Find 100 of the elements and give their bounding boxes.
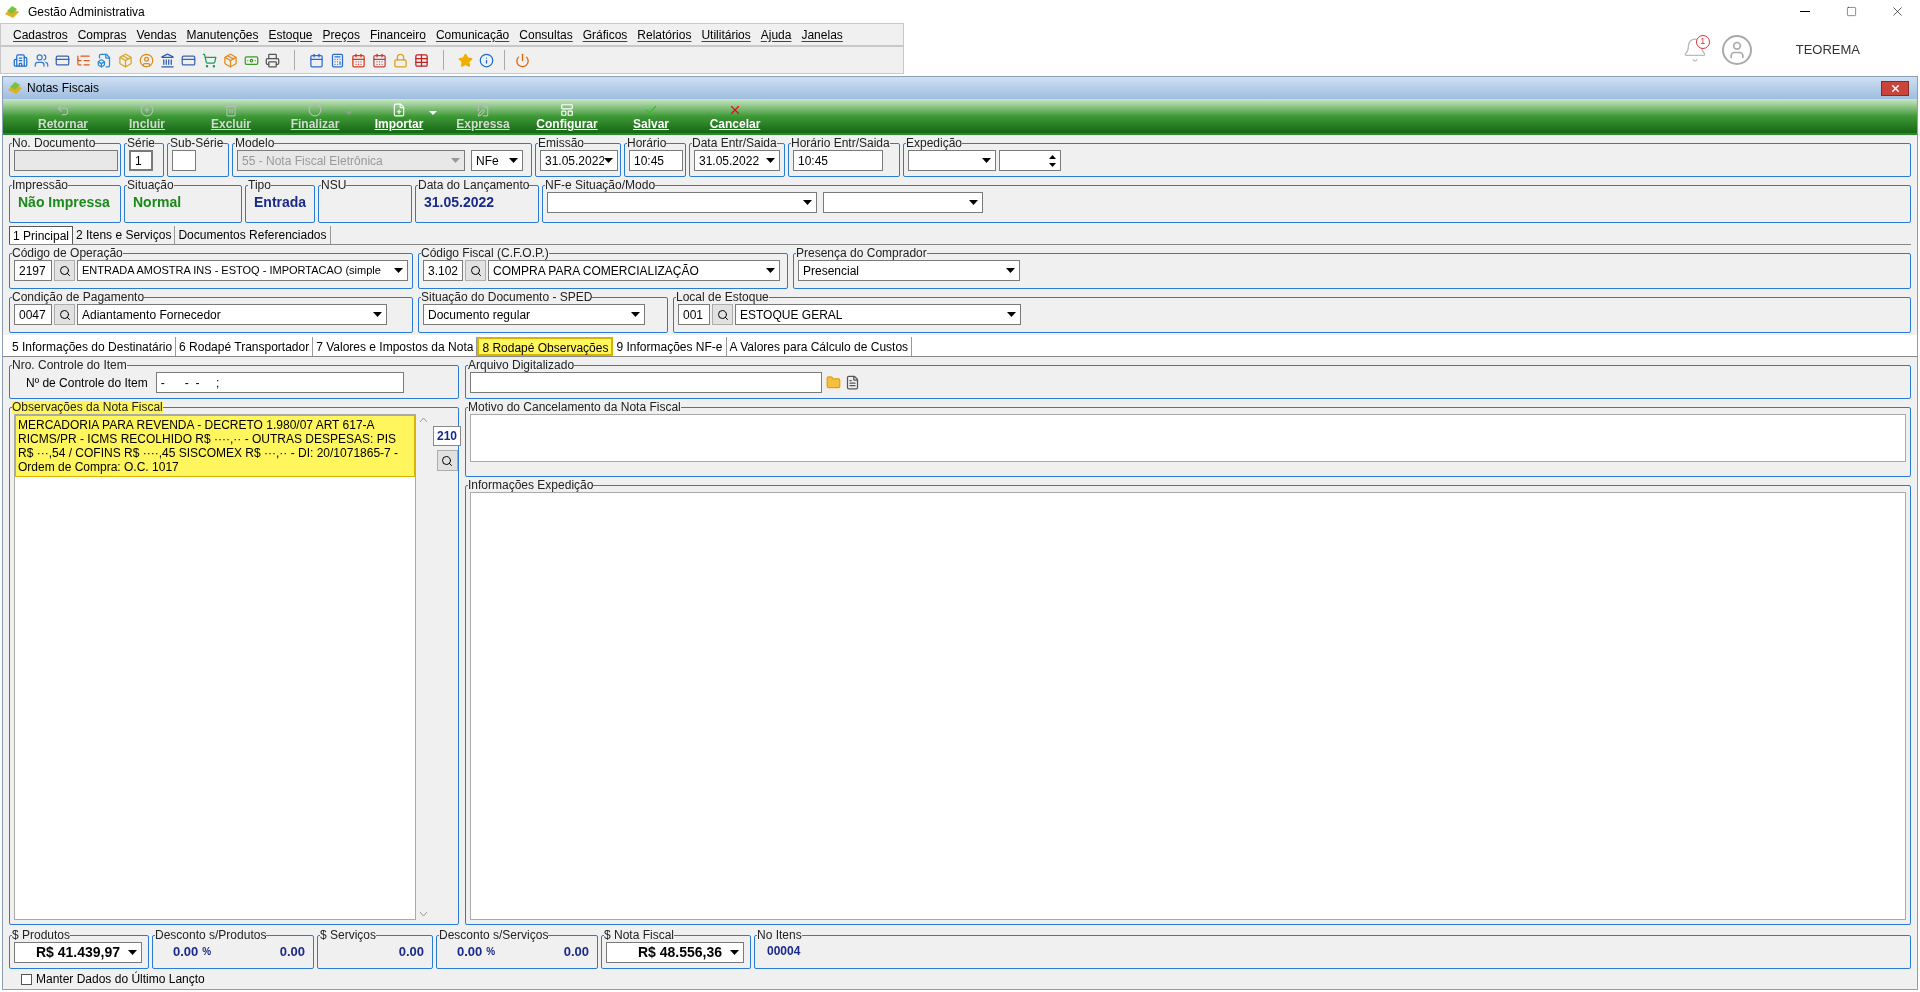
text-field[interactable]: - - - ; bbox=[155, 372, 404, 393]
calendar-icon[interactable] bbox=[351, 52, 366, 68]
group-label: Expedição bbox=[906, 137, 963, 150]
text-field[interactable] bbox=[470, 372, 822, 393]
calendar-icon[interactable] bbox=[372, 52, 387, 68]
search-button[interactable] bbox=[436, 450, 458, 471]
group-label: Sub-Série bbox=[170, 137, 224, 150]
tab[interactable]: 1 Principal bbox=[9, 226, 74, 244]
table-icon[interactable] bbox=[414, 52, 429, 68]
printer-icon[interactable] bbox=[265, 52, 280, 68]
box-icon[interactable] bbox=[223, 52, 238, 68]
menu-item[interactable]: Estoque bbox=[268, 25, 313, 44]
menu-item[interactable]: Consultas bbox=[519, 25, 573, 44]
menu-item[interactable]: Ajuda bbox=[760, 25, 792, 44]
menu-item[interactable]: Utilitários bbox=[701, 25, 751, 44]
toolbar-button[interactable]: Configurar bbox=[525, 101, 609, 133]
calculator-icon[interactable] bbox=[330, 52, 345, 68]
text-field[interactable]: 3.102 bbox=[423, 260, 463, 281]
dropdown[interactable] bbox=[908, 150, 996, 171]
app-icon bbox=[4, 3, 20, 20]
text-area[interactable] bbox=[470, 414, 1906, 462]
menu-item[interactable]: Comunicação bbox=[435, 25, 510, 44]
document-icon[interactable] bbox=[845, 375, 860, 390]
toolbar-button[interactable]: Importar bbox=[357, 101, 441, 133]
dropdown[interactable]: COMPRA PARA COMERCIALIZAÇÃO bbox=[488, 260, 780, 281]
close-button[interactable] bbox=[1881, 80, 1909, 96]
menu-item[interactable]: Vendas bbox=[136, 25, 177, 44]
dropdown[interactable]: R$ 48.556,36 bbox=[606, 942, 744, 963]
menu-item[interactable]: Financeiro bbox=[369, 25, 426, 44]
amount-value: 0.00 bbox=[398, 943, 424, 961]
notification-button[interactable]: 1 bbox=[1679, 34, 1710, 65]
dropdown[interactable]: Documento regular bbox=[423, 304, 645, 325]
info-icon[interactable] bbox=[479, 52, 494, 68]
text-field[interactable]: 001 bbox=[678, 304, 710, 325]
dropdown[interactable]: R$ 41.439,97 bbox=[14, 942, 142, 963]
tab[interactable]: Documentos Referenciados bbox=[175, 226, 331, 244]
search-button[interactable] bbox=[54, 304, 75, 325]
cart-icon[interactable] bbox=[202, 52, 217, 68]
dropdown[interactable]: NFe bbox=[471, 150, 523, 171]
tab[interactable]: 6 Rodapé Transportador bbox=[176, 337, 314, 356]
person-icon[interactable] bbox=[139, 52, 154, 68]
menu-item[interactable]: Manutenções bbox=[186, 25, 259, 44]
dropdown[interactable]: Presencial bbox=[798, 260, 1020, 281]
document-icon[interactable] bbox=[97, 52, 112, 68]
tab[interactable]: 8 Rodapé Observações bbox=[477, 337, 614, 356]
dropdown[interactable]: 31.05.2022 bbox=[540, 150, 618, 171]
building-icon[interactable] bbox=[13, 52, 28, 68]
cross-icon bbox=[728, 103, 742, 117]
group-label: Horário bbox=[627, 137, 667, 150]
text-field[interactable] bbox=[14, 150, 118, 171]
dropdown[interactable] bbox=[823, 192, 983, 213]
dropdown[interactable]: Adiantamento Fornecedor bbox=[77, 304, 387, 325]
checkbox-label: Manter Dados do Último Lançto bbox=[36, 970, 205, 988]
tab[interactable]: 9 Informações NF-e bbox=[613, 337, 727, 356]
people-icon[interactable] bbox=[34, 52, 49, 68]
group-label: Código Fiscal (C.F.O.P.) bbox=[421, 247, 549, 260]
type-text: Entrada bbox=[253, 194, 307, 210]
menu-item[interactable]: Janelas bbox=[801, 25, 843, 44]
tab[interactable]: 5 Informações do Destinatário bbox=[9, 337, 177, 356]
menu-item[interactable]: Preços bbox=[322, 25, 360, 44]
dropdown[interactable]: ESTOQUE GERAL bbox=[735, 304, 1021, 325]
group-label: Desconto s/Produtos bbox=[155, 929, 267, 942]
user-avatar[interactable] bbox=[1721, 34, 1752, 65]
toolbar-button[interactable]: Cancelar bbox=[693, 101, 777, 133]
power-icon[interactable] bbox=[515, 52, 530, 68]
text-field[interactable]: 10:45 bbox=[629, 150, 683, 171]
toolbar-button[interactable]: Salvar bbox=[609, 101, 693, 133]
checkbox[interactable] bbox=[21, 973, 32, 985]
dropdown[interactable]: ENTRADA AMOSTRA INS - ESTOQ - IMPORTACAO (simple bbox=[77, 260, 408, 281]
dropdown[interactable] bbox=[547, 192, 817, 213]
menu-item[interactable]: Gráficos bbox=[582, 25, 628, 44]
card-icon[interactable] bbox=[55, 52, 70, 68]
dropdown[interactable]: 31.05.2022 bbox=[694, 150, 780, 171]
bank-icon[interactable] bbox=[160, 52, 175, 68]
text-field[interactable]: 10:45 bbox=[793, 150, 883, 171]
percent-sign: % bbox=[202, 945, 212, 960]
menu-item[interactable]: Compras bbox=[77, 25, 127, 44]
text-field[interactable]: 1 bbox=[129, 150, 153, 171]
text-field[interactable] bbox=[172, 150, 196, 171]
tree-icon[interactable] bbox=[76, 52, 91, 68]
group-label: $ Produtos bbox=[12, 929, 71, 942]
card-icon[interactable] bbox=[181, 52, 196, 68]
scroll-down-icon bbox=[419, 912, 427, 916]
caret-icon bbox=[631, 312, 640, 317]
text-field[interactable]: 2197 bbox=[14, 260, 52, 281]
calendar-icon[interactable] bbox=[309, 52, 324, 68]
search-button[interactable] bbox=[54, 260, 75, 281]
search-button[interactable] bbox=[465, 260, 486, 281]
star-icon[interactable] bbox=[458, 52, 473, 68]
text-field[interactable]: 0047 bbox=[14, 304, 52, 325]
tab[interactable]: A Valores para Cálculo de Custos bbox=[726, 337, 913, 356]
tab[interactable]: 2 Itens e Serviços bbox=[73, 226, 176, 244]
spin-field[interactable] bbox=[999, 150, 1061, 171]
menu-item[interactable]: Relatórios bbox=[637, 25, 692, 44]
group-label: Nro. Controle do Item bbox=[12, 359, 127, 372]
group-label: No. Documento bbox=[12, 137, 96, 150]
menu-item[interactable]: Cadastros bbox=[13, 25, 68, 44]
search-button[interactable] bbox=[712, 304, 733, 325]
caret-icon bbox=[451, 158, 460, 163]
search-icon bbox=[469, 264, 482, 277]
